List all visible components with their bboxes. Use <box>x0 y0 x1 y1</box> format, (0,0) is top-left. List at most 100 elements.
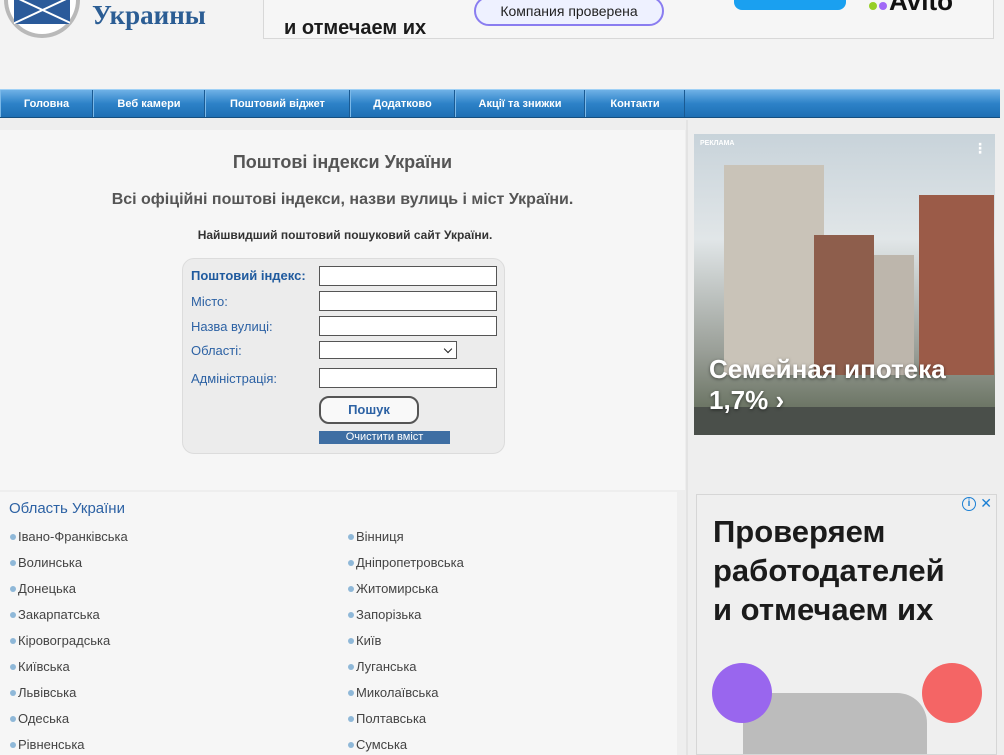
region-link[interactable]: Одеська <box>10 711 69 726</box>
search-panel: Поштові індекси України Всі офіційні пош… <box>0 130 685 490</box>
region-label: Полтавська <box>356 711 427 726</box>
region-label: Житомирська <box>356 581 439 596</box>
region-label: Запорізька <box>356 607 422 622</box>
postal-code-input[interactable] <box>319 266 497 286</box>
region-link[interactable]: Запорізька <box>348 607 421 622</box>
logo-text[interactable]: Украины <box>92 0 206 31</box>
bullet-icon <box>348 638 354 644</box>
page-subtitle: Всі офіційні поштові індекси, назви вули… <box>111 191 574 208</box>
ad-employers-text: Проверяем работодателей и отмечаем их <box>713 514 945 627</box>
search-button[interactable]: Пошук <box>319 396 419 424</box>
ad-info-icon[interactable]: i <box>962 497 976 511</box>
ad-person-image <box>743 693 927 754</box>
region-label: Київська <box>18 659 70 674</box>
region-label: Волинська <box>18 555 83 570</box>
region-label: Вінниця <box>356 529 404 544</box>
bullet-icon <box>348 742 354 748</box>
admin-input[interactable] <box>319 368 497 388</box>
bullet-icon <box>10 690 16 696</box>
region-label: Кіровоградська <box>18 633 111 648</box>
region-link[interactable]: Сумська <box>348 737 407 752</box>
region-link[interactable]: Полтавська <box>348 711 426 726</box>
region-label: Рівненська <box>18 737 85 752</box>
bullet-icon <box>348 716 354 722</box>
region-label: Донецька <box>18 581 77 596</box>
region-link[interactable]: Миколаївська <box>348 685 439 700</box>
postal-code-label: Поштовий індекс: <box>191 268 306 283</box>
region-link[interactable]: Львівська <box>10 685 76 700</box>
ad-mortgage-text: Семейная ипотека 1,7% › <box>709 354 946 415</box>
regions-title: Область України <box>9 500 125 517</box>
nav-item-1[interactable]: Веб камери <box>93 90 205 117</box>
page-title: Поштові індекси України <box>232 152 453 172</box>
region-label: Одеська <box>18 711 70 726</box>
bullet-icon <box>348 664 354 670</box>
side-ad-employers[interactable]: i ✕ Проверяем работодателей и отмечаем и… <box>696 494 997 755</box>
bullet-icon <box>10 586 16 592</box>
nav-item-4[interactable]: Акції та знижки <box>455 90 585 117</box>
region-link[interactable]: Кіровоградська <box>10 633 110 648</box>
bullet-icon <box>348 560 354 566</box>
region-link[interactable]: Київ <box>348 633 381 648</box>
envelope-icon <box>14 0 70 24</box>
bullet-icon <box>348 586 354 592</box>
regions-section: Область України Івано-Франківська Волинсь… <box>0 492 677 755</box>
ad-building-right <box>919 195 994 375</box>
bullet-icon <box>10 534 16 540</box>
top-ad-pill[interactable]: Компания проверена <box>474 0 664 26</box>
clear-button[interactable]: Очистити вміст <box>319 431 450 444</box>
admin-label: Адміністрація: <box>191 371 278 386</box>
region-link[interactable]: Івано-Франківська <box>10 529 128 544</box>
ad-menu-icon[interactable]: ⋮ <box>973 140 987 157</box>
bullet-icon <box>10 664 16 670</box>
top-banner-ad[interactable]: и отмечаем их Компания проверена Avito <box>263 0 994 39</box>
ad-red-circle <box>922 663 982 723</box>
region-link[interactable]: Київська <box>10 659 70 674</box>
region-label: Області: <box>191 343 242 358</box>
nav-item-2[interactable]: Поштовий віджет <box>205 90 350 117</box>
region-label: Івано-Франківська <box>18 529 128 544</box>
street-input[interactable] <box>319 316 497 336</box>
region-label: Київ <box>356 633 382 648</box>
bullet-icon <box>10 612 16 618</box>
bullet-icon <box>10 716 16 722</box>
ad-building-left <box>724 165 824 375</box>
top-ad-button[interactable] <box>734 0 846 10</box>
region-label: Дніпропетровська <box>356 555 464 570</box>
nav-item-3[interactable]: Додатково <box>350 90 455 117</box>
site-header: Украины и отмечаем их Компания проверена… <box>0 0 1004 90</box>
city-label: Місто: <box>191 294 228 309</box>
search-form: Поштовий індекс: Місто: Назва вулиці: Об… <box>182 258 505 454</box>
page-tagline: Найшвидший поштовий пошуковий сайт Украї… <box>197 228 493 242</box>
region-link[interactable]: Донецька <box>10 581 76 596</box>
ad-close-icon[interactable]: ✕ <box>980 495 992 512</box>
ad-purple-circle <box>712 663 772 723</box>
top-ad-headline: и отмечаем их <box>284 17 427 39</box>
region-select[interactable] <box>319 341 457 359</box>
region-link[interactable]: Волинська <box>10 555 82 570</box>
nav-item-5[interactable]: Контакти <box>585 90 685 117</box>
bullet-icon <box>348 690 354 696</box>
column-divider <box>686 120 688 755</box>
bullet-icon <box>10 560 16 566</box>
city-input[interactable] <box>319 291 497 311</box>
region-link[interactable]: Луганська <box>348 659 417 674</box>
bullet-icon <box>10 638 16 644</box>
side-ad-mortgage[interactable]: РЕКЛАМА ⋮ Семейная ипотека 1,7% › <box>694 134 995 435</box>
bullet-icon <box>10 742 16 748</box>
nav-item-0[interactable]: Головна <box>0 90 93 117</box>
region-link[interactable]: Вінниця <box>348 529 404 544</box>
bullet-icon <box>348 534 354 540</box>
region-link[interactable]: Житомирська <box>348 581 438 596</box>
street-label: Назва вулиці: <box>191 319 273 334</box>
region-link[interactable]: Закарпатська <box>10 607 100 622</box>
avito-logo: Avito <box>869 0 953 17</box>
region-label: Закарпатська <box>18 607 100 622</box>
region-label: Сумська <box>356 737 408 752</box>
ad-label: РЕКЛАМА <box>700 140 735 147</box>
region-label: Миколаївська <box>356 685 439 700</box>
region-link[interactable]: Рівненська <box>10 737 85 752</box>
region-link[interactable]: Дніпропетровська <box>348 555 464 570</box>
main-nav: Головна Веб камери Поштовий віджет Додатков… <box>0 89 1000 118</box>
bullet-icon <box>348 612 354 618</box>
